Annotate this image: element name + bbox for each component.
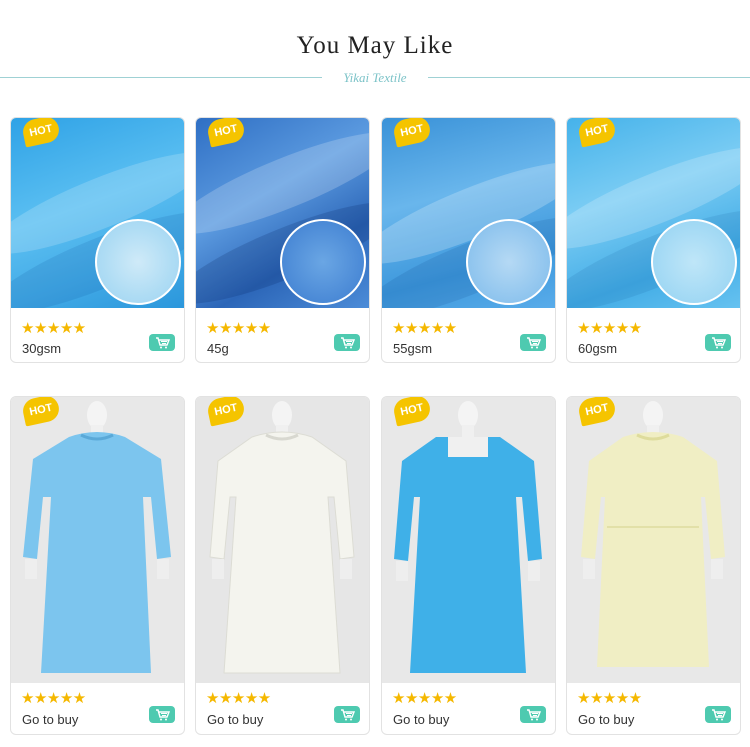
add-to-cart-button[interactable] — [520, 706, 546, 723]
cart-icon — [526, 708, 541, 720]
cart-icon — [340, 336, 355, 348]
add-to-cart-button[interactable] — [520, 334, 546, 351]
add-to-cart-button[interactable] — [334, 706, 360, 723]
product-label[interactable]: 45g — [207, 341, 229, 356]
fabric-swatch-closeup — [95, 219, 181, 305]
product-card-gown-yellow[interactable]: HOT ★★★★★ Go to buy — [566, 396, 741, 735]
go-to-buy-link[interactable]: Go to buy — [22, 712, 78, 727]
star-rating: ★★★★★ — [392, 690, 457, 707]
add-to-cart-button[interactable] — [149, 706, 175, 723]
star-rating: ★★★★★ — [392, 320, 457, 337]
fabric-image[interactable] — [196, 118, 369, 308]
section-title: You May Like — [296, 32, 454, 59]
gown-image[interactable] — [11, 397, 184, 683]
mannequin-gown — [196, 397, 369, 683]
fabric-swatch-closeup — [466, 219, 552, 305]
product-card-gown-blue-apron[interactable]: HOT ★★★★★ Go to buy — [381, 396, 556, 735]
fabric-image[interactable] — [382, 118, 555, 308]
star-rating: ★★★★★ — [206, 690, 271, 707]
cart-icon — [711, 336, 726, 348]
product-label[interactable]: 30gsm — [22, 341, 61, 356]
product-card-fabric-45g[interactable]: HOT ★★★★★ 45g — [195, 117, 370, 363]
divider-right — [428, 77, 750, 78]
star-rating: ★★★★★ — [577, 690, 642, 707]
add-to-cart-button[interactable] — [149, 334, 175, 351]
go-to-buy-link[interactable]: Go to buy — [393, 712, 449, 727]
divider-left — [0, 77, 322, 78]
product-label[interactable]: 55gsm — [393, 341, 432, 356]
mannequin-gown — [11, 397, 184, 683]
gown-image[interactable] — [196, 397, 369, 683]
cart-icon — [526, 336, 541, 348]
brand-signature: Yikai Textile — [343, 70, 407, 85]
product-card-fabric-30gsm[interactable]: HOT ★★★★★ 30gsm — [10, 117, 185, 363]
star-rating: ★★★★★ — [21, 690, 86, 707]
mannequin-gown — [567, 397, 740, 683]
fabric-image[interactable] — [567, 118, 740, 308]
product-label[interactable]: 60gsm — [578, 341, 617, 356]
mannequin-gown — [382, 397, 555, 683]
product-card-fabric-55gsm[interactable]: HOT ★★★★★ 55gsm — [381, 117, 556, 363]
fabric-swatch-closeup — [651, 219, 737, 305]
fabric-swatch-closeup — [280, 219, 366, 305]
gown-image[interactable] — [382, 397, 555, 683]
product-card-gown-white[interactable]: HOT ★★★★★ Go to buy — [195, 396, 370, 735]
go-to-buy-link[interactable]: Go to buy — [207, 712, 263, 727]
cart-icon — [155, 708, 170, 720]
section-header: You May Like Yikai Textile — [0, 0, 750, 100]
fabric-image[interactable] — [11, 118, 184, 308]
product-card-gown-blue[interactable]: HOT ★★★★★ Go to buy — [10, 396, 185, 735]
product-card-fabric-60gsm[interactable]: HOT ★★★★★ 60gsm — [566, 117, 741, 363]
star-rating: ★★★★★ — [21, 320, 86, 337]
star-rating: ★★★★★ — [577, 320, 642, 337]
cart-icon — [340, 708, 355, 720]
gown-image[interactable] — [567, 397, 740, 683]
add-to-cart-button[interactable] — [705, 706, 731, 723]
cart-icon — [155, 336, 170, 348]
go-to-buy-link[interactable]: Go to buy — [578, 712, 634, 727]
add-to-cart-button[interactable] — [334, 334, 360, 351]
add-to-cart-button[interactable] — [705, 334, 731, 351]
star-rating: ★★★★★ — [206, 320, 271, 337]
cart-icon — [711, 708, 726, 720]
